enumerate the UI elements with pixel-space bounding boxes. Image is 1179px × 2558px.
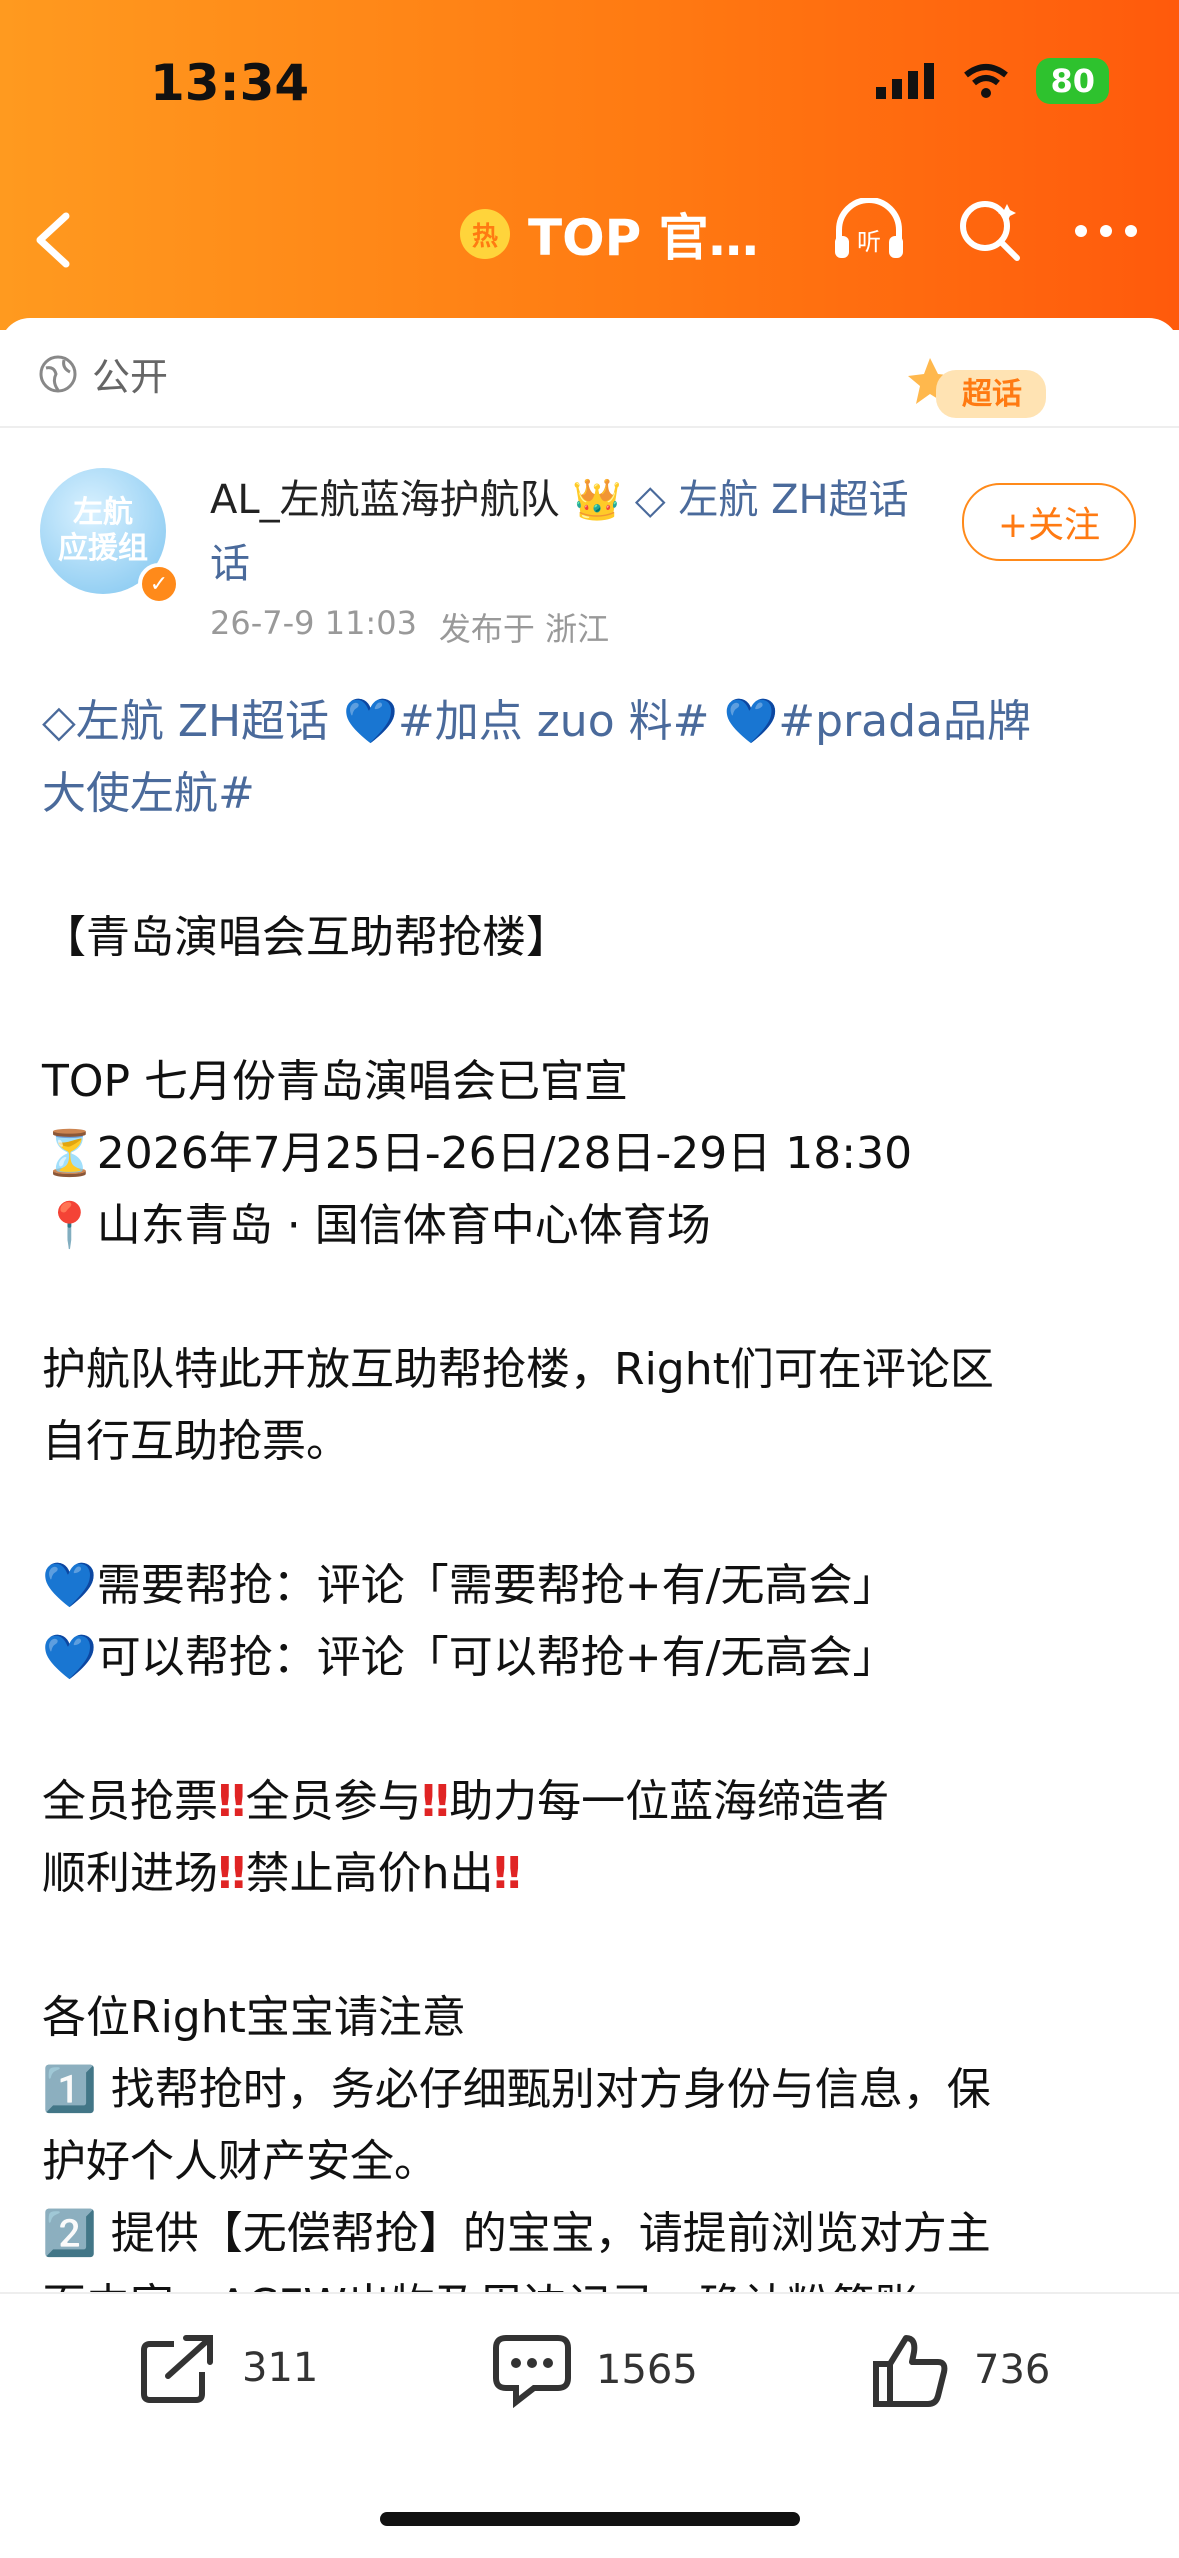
post-location: 发布于 浙江 — [438, 610, 610, 648]
hashtag-link[interactable]: #prada品牌 — [778, 696, 1031, 747]
status-icons: 80 — [876, 58, 1109, 104]
paragraph-line: 护航队特此开放互助帮抢楼，Right们可在评论区 — [42, 1344, 994, 1395]
chaohua-badge[interactable]: 超话 — [900, 348, 1070, 428]
battery-indicator: 80 — [1036, 58, 1109, 104]
svg-text:听: 听 — [857, 228, 881, 256]
share-icon — [141, 2335, 213, 2403]
username[interactable]: AL_左航蓝海护航队 — [210, 477, 560, 523]
venue-line: 📍山东青岛 · 国信体育中心体育场 — [42, 1190, 1142, 1262]
super-topic-tag[interactable]: 左航 ZH超话 — [76, 696, 329, 747]
repost-button[interactable]: 311 — [140, 2332, 318, 2404]
blue-heart-icon: 💙 — [42, 1560, 97, 1611]
post-content: ◇左航 ZH超话 💙#加点 zuo 料# 💙#prada品牌 大使左航# 【青岛… — [42, 686, 1142, 2342]
note-line: 护好个人财产安全。 — [42, 2136, 438, 2187]
venue-text: 山东青岛 · 国信体育中心体育场 — [96, 1200, 711, 1251]
username-line[interactable]: AL_左航蓝海护航队 👑 ◇ 左航 ZH超话 话 — [210, 468, 930, 596]
diamond-icon: ◇ — [634, 477, 666, 523]
note-text: 提供【无偿帮抢】的宝宝，请提前浏览对方主 — [110, 2208, 991, 2259]
follow-button[interactable]: +关注 — [962, 483, 1136, 561]
comment-button[interactable]: 1565 — [492, 2332, 698, 2408]
blue-heart-icon: 💙 — [42, 1632, 97, 1683]
double-exclamation-icon: ‼ — [493, 1848, 522, 1899]
diamond-icon: ◇ — [42, 696, 76, 747]
pin-icon: 📍 — [42, 1200, 97, 1251]
search-icon[interactable] — [957, 198, 1023, 264]
need-help-line: 💙需要帮抢：评论「需要帮抢+有/无高会」 — [42, 1550, 1142, 1622]
like-button[interactable]: 736 — [872, 2332, 1050, 2408]
can-help-line: 💙可以帮抢：评论「可以帮抢+有/无高会」 — [42, 1622, 1142, 1694]
post-date: 26-7-9 11:03 — [210, 604, 417, 642]
privacy-label: 公开 — [92, 355, 169, 399]
can-help-text: 可以帮抢：评论「可以帮抢+有/无高会」 — [96, 1632, 897, 1683]
rules-line: 顺利进场‼禁止高价h出‼ — [42, 1838, 1142, 1910]
listen-icon[interactable]: 听 — [831, 198, 907, 264]
keycap-two-icon: 2️⃣ — [42, 2208, 97, 2259]
hashtag-link-wrap[interactable]: 大使左航# — [42, 758, 1142, 830]
back-button[interactable] — [30, 210, 80, 274]
thumbs-up-icon — [873, 2335, 948, 2407]
comment-icon — [493, 2335, 571, 2408]
rules-text: 全员抢票 — [42, 1776, 218, 1827]
announce-line: TOP 七月份青岛演唱会已官宣 — [42, 1056, 629, 1107]
privacy-indicator: 公开 — [38, 346, 168, 401]
comment-count: 1565 — [596, 2347, 698, 2393]
rules-text: 助力每一位蓝海缔造者 — [449, 1776, 890, 1827]
post-meta: 26-7-9 11:03 发布于 浙江 — [210, 604, 609, 650]
header-background: 13:34 80 热 TOP 官… 听 — [0, 0, 1179, 330]
double-exclamation-icon: ‼ — [218, 1848, 246, 1899]
nav-title-area[interactable]: 热 TOP 官… — [460, 198, 759, 270]
keycap-one-icon: 1️⃣ — [42, 2064, 97, 2115]
more-icon[interactable] — [1073, 221, 1139, 241]
time-line: ⏳2026年7月25日-26日/28日-29日 18:30 — [42, 1118, 1142, 1190]
hourglass-icon: ⏳ — [42, 1128, 97, 1179]
blue-heart-icon: 💙 — [343, 696, 398, 747]
post-title: 【青岛演唱会互助帮抢楼】 — [42, 912, 570, 963]
double-exclamation-icon: ‼ — [421, 1776, 450, 1827]
verified-badge-icon: ✓ — [138, 563, 180, 605]
need-help-text: 需要帮抢：评论「需要帮抢+有/无高会」 — [96, 1560, 897, 1611]
hot-icon: 热 — [460, 209, 510, 259]
super-topic-link[interactable]: 左航 ZH超话 — [678, 477, 908, 523]
back-icon — [36, 212, 70, 268]
globe-icon — [39, 355, 77, 392]
double-exclamation-icon: ‼ — [218, 1776, 246, 1827]
tags-line: ◇左航 ZH超话 💙#加点 zuo 料# 💙#prada品牌 — [42, 686, 1142, 758]
avatar-text: 左航 应援组 — [58, 495, 148, 566]
top-nav: 热 TOP 官… 听 — [0, 190, 1179, 280]
repost-count: 311 — [242, 2345, 319, 2391]
paragraph-line: 自行互助抢票。 — [42, 1416, 350, 1467]
note-text: 找帮抢时，务必仔细甄别对方身份与信息，保 — [110, 2064, 991, 2115]
status-time: 13:34 — [150, 54, 310, 112]
notice-title: 各位Right宝宝请注意 — [42, 1992, 466, 2043]
home-indicator — [380, 2512, 800, 2526]
crown-icon: 👑 — [572, 477, 623, 523]
page-title: TOP 官… — [528, 209, 759, 267]
rules-line: 全员抢票‼全员参与‼助力每一位蓝海缔造者 — [42, 1766, 1142, 1838]
note-line: 2️⃣ 提供【无偿帮抢】的宝宝，请提前浏览对方主 — [42, 2198, 1142, 2270]
svg-text:超话: 超话 — [962, 377, 1022, 412]
nav-actions: 听 — [831, 198, 1139, 264]
blue-heart-icon: 💙 — [723, 696, 779, 747]
hashtag-link[interactable]: #加点 zuo 料# — [398, 696, 710, 747]
like-count: 736 — [974, 2347, 1051, 2393]
signal-icon — [876, 63, 935, 99]
rules-text: 禁止高价h出 — [245, 1848, 494, 1899]
wifi-icon — [964, 64, 1009, 98]
divider — [0, 426, 1179, 428]
super-topic-link-wrap[interactable]: 话 — [210, 541, 250, 587]
rules-text: 顺利进场 — [42, 1848, 218, 1899]
time-text: 2026年7月25日-26日/28日-29日 18:30 — [96, 1128, 913, 1179]
rules-text: 全员参与 — [245, 1776, 422, 1827]
post-card: 公开 超话 左航 应援组 ✓ AL_左航蓝海护航队 👑 ◇ 左航 ZH超话 话 … — [0, 318, 1179, 2556]
note-line: 1️⃣ 找帮抢时，务必仔细甄别对方身份与信息，保 — [42, 2054, 1142, 2126]
